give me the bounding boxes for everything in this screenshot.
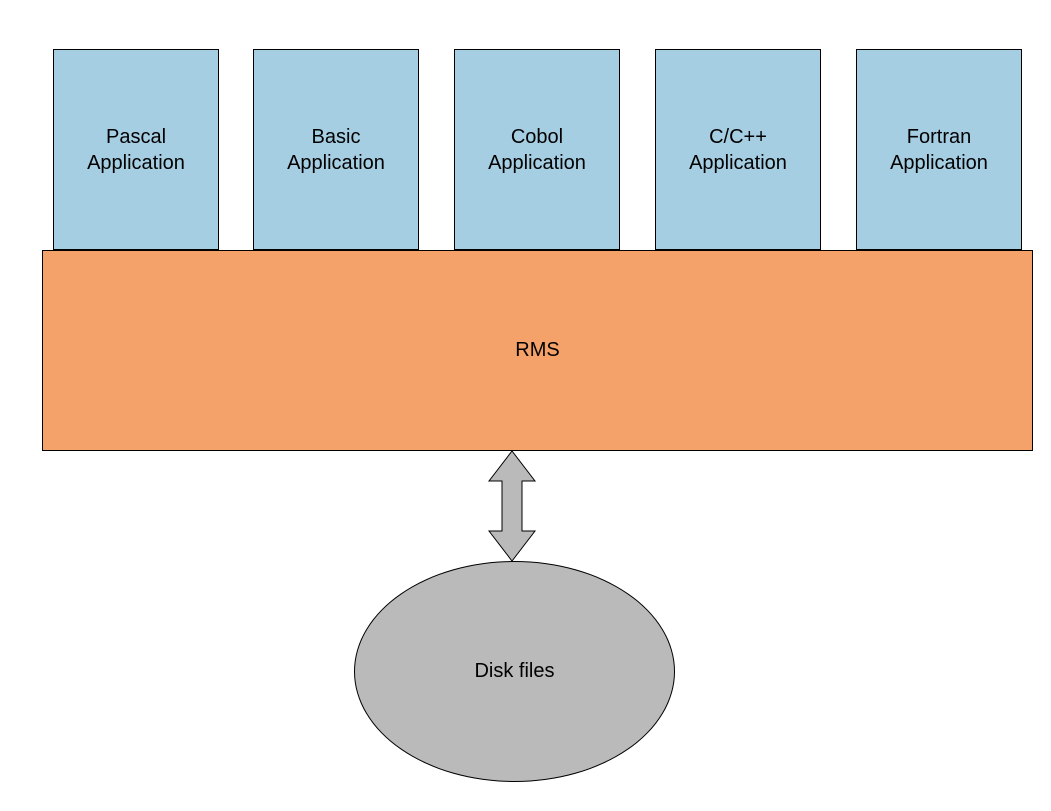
app-box-pascal: Pascal Application — [53, 49, 219, 250]
app-box-cobol: Cobol Application — [454, 49, 620, 250]
rms-label: RMS — [515, 339, 559, 362]
app-box-cpp: C/C++ Application — [655, 49, 821, 250]
app-box-line2: Application — [890, 150, 988, 176]
app-box-line2: Application — [87, 150, 185, 176]
app-box-line1: Pascal — [106, 124, 166, 150]
app-box-line1: Fortran — [907, 124, 971, 150]
disk-files-ellipse: Disk files — [354, 561, 675, 782]
double-arrow-icon — [487, 451, 537, 561]
rms-box: RMS — [42, 250, 1033, 451]
app-box-line2: Application — [689, 150, 787, 176]
app-box-line1: Cobol — [511, 124, 563, 150]
app-box-line2: Application — [488, 150, 586, 176]
app-box-basic: Basic Application — [253, 49, 419, 250]
app-box-fortran: Fortran Application — [856, 49, 1022, 250]
app-box-line2: Application — [287, 150, 385, 176]
app-box-line1: Basic — [312, 124, 361, 150]
disk-files-label: Disk files — [474, 660, 554, 683]
app-box-line1: C/C++ — [709, 124, 767, 150]
